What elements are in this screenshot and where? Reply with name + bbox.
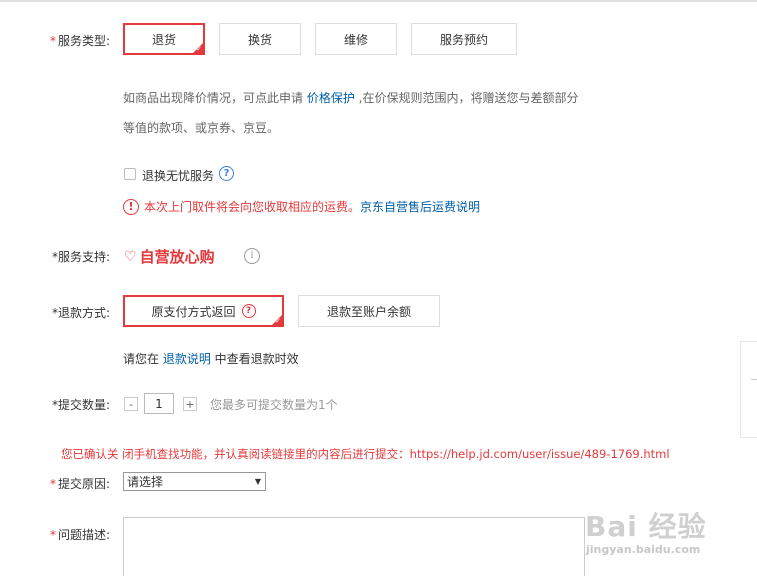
quantity-label: *提交数量: — [52, 398, 111, 412]
price-protection-link[interactable]: 价格保护 — [307, 91, 355, 105]
watermark-url: jingyan.baidu.com — [586, 543, 701, 556]
self-operated-badge: ♡ 自营放心购 — [124, 248, 215, 266]
quantity-increase-button[interactable]: + — [183, 397, 197, 411]
description-label: * 问题描述: — [50, 528, 111, 542]
service-type-repair-button[interactable]: 维修 — [315, 23, 397, 55]
refund-original-payment-button[interactable]: 原支付方式返回 ? ✓ — [123, 295, 284, 327]
service-type-exchange-button[interactable]: 换货 — [219, 23, 301, 55]
confirm-notice: 您已确认关 闭手机查找功能，并认真阅读链接里的内容后进行提交：https://h… — [61, 447, 670, 461]
checkmark-icon: ✓ — [196, 45, 202, 53]
dropdown-arrow-icon: ▼ — [254, 477, 261, 486]
quantity-decrease-button[interactable]: - — [124, 397, 138, 411]
price-protection-note: 如商品出现降价情况，可点此申请 价格保护 ,在价保规则范围内，将赠送您与差额部分 — [123, 91, 579, 105]
service-support-label: *服务支持: — [52, 250, 111, 264]
top-border — [0, 0, 757, 2]
shipping-fee-warning: ! 本次上门取件将会向您收取相应的运费。 京东自营售后运费说明 — [123, 198, 480, 215]
info-icon[interactable]: i — [244, 248, 260, 264]
checkmark-icon: ✓ — [275, 317, 281, 325]
refund-explanation-link[interactable]: 退款说明 — [163, 352, 211, 366]
side-float-tab[interactable] — [740, 341, 757, 438]
help-icon[interactable]: ? — [241, 304, 256, 318]
reason-label: * 提交原因: — [50, 477, 111, 491]
baidu-watermark: Bai 经验 — [585, 510, 707, 543]
service-type-return-button[interactable]: 退货 ✓ — [123, 23, 205, 55]
refund-note: 请您在 退款说明 中查看退款时效 — [123, 352, 299, 366]
reason-select[interactable]: 请选择 ▼ — [123, 472, 266, 491]
warning-icon: ! — [123, 198, 139, 215]
quantity-input[interactable]: 1 — [144, 393, 174, 414]
worry-free-label: 退换无忧服务 — [142, 169, 215, 183]
price-protection-note-line2: 等值的款项、或京券、京豆。 — [123, 121, 280, 135]
description-textarea[interactable] — [123, 517, 585, 576]
refund-to-balance-button[interactable]: 退款至账户余额 — [298, 295, 440, 327]
heart-icon: ♡ — [124, 248, 137, 265]
shipping-fee-link[interactable]: 京东自营售后运费说明 — [360, 198, 480, 215]
help-icon[interactable]: ? — [219, 166, 234, 181]
service-type-appointment-button[interactable]: 服务预约 — [411, 23, 517, 55]
refund-method-label: *退款方式: — [52, 306, 111, 320]
worry-free-checkbox[interactable] — [124, 168, 136, 180]
service-type-label: * 服务类型: — [50, 34, 111, 48]
quantity-hint: 您最多可提交数量为1个 — [210, 398, 338, 412]
